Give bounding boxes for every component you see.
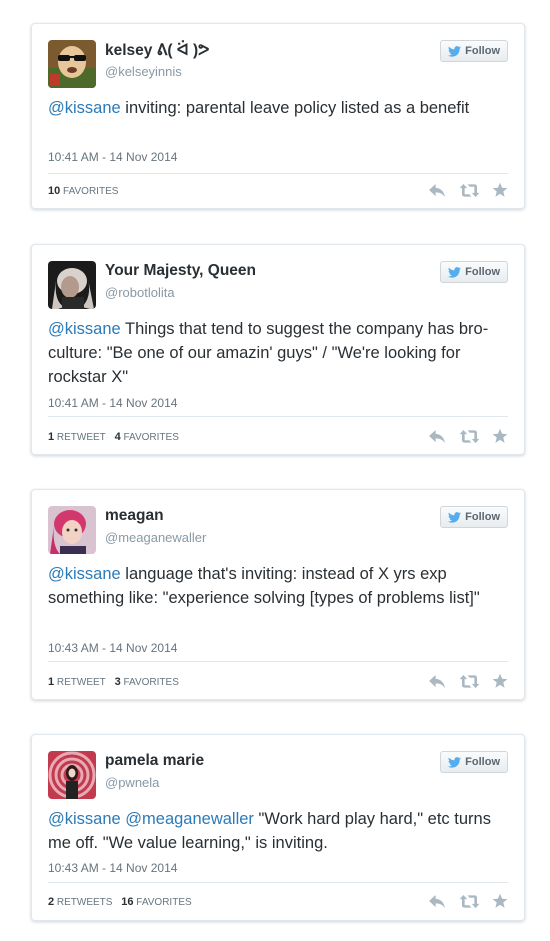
- mention-link[interactable]: @kissane: [48, 99, 121, 117]
- follow-label: Follow: [465, 511, 500, 523]
- retweets-label[interactable]: RETWEETS: [57, 897, 113, 908]
- avatar[interactable]: [48, 40, 96, 88]
- tweet-timestamp[interactable]: 10:41 AM - 14 Nov 2014: [48, 150, 177, 164]
- twitter-bird-icon: [448, 757, 461, 768]
- user-handle[interactable]: @pwnela: [105, 775, 159, 790]
- star-icon[interactable]: [492, 428, 508, 444]
- favorites-label[interactable]: FAVORITES: [63, 186, 118, 197]
- mention-link[interactable]: @kissane @meaganewaller: [48, 810, 254, 828]
- favorites-count[interactable]: 10: [48, 185, 60, 197]
- twitter-bird-icon: [448, 512, 461, 523]
- mention-link[interactable]: @kissane: [48, 565, 121, 583]
- divider: [48, 661, 508, 662]
- tweet-card: kelsey ᕕ( ᐛ )ᕗ @kelseyinnis Follow @kiss…: [31, 23, 525, 209]
- mention-link[interactable]: @kissane: [48, 320, 121, 338]
- user-name[interactable]: kelsey ᕕ( ᐛ )ᕗ: [105, 41, 209, 60]
- retweets-label[interactable]: RETWEET: [57, 432, 106, 443]
- tweet-card: Your Majesty, Queen @robotlolita Follow …: [31, 244, 525, 455]
- retweets-count[interactable]: 2: [48, 896, 54, 908]
- user-name[interactable]: meagan: [105, 507, 164, 525]
- user-handle[interactable]: @meaganewaller: [105, 530, 206, 545]
- tweet-stats: 2 RETWEETS 16 FAVORITES: [48, 896, 192, 908]
- tweet-actions: [428, 893, 508, 909]
- retweets-count[interactable]: 1: [48, 431, 54, 443]
- divider: [48, 416, 508, 417]
- follow-label: Follow: [465, 266, 500, 278]
- favorites-label[interactable]: FAVORITES: [123, 432, 178, 443]
- avatar[interactable]: [48, 261, 96, 309]
- retweet-icon[interactable]: [459, 894, 480, 909]
- tweet-actions: [428, 673, 508, 689]
- favorites-label[interactable]: FAVORITES: [136, 897, 191, 908]
- user-handle[interactable]: @robotlolita: [105, 285, 175, 300]
- retweet-icon[interactable]: [459, 429, 480, 444]
- follow-button[interactable]: Follow: [440, 40, 508, 62]
- twitter-bird-icon: [448, 267, 461, 278]
- tweet-text: @kissane @meaganewaller "Work hard play …: [48, 807, 508, 855]
- avatar[interactable]: [48, 506, 96, 554]
- retweet-icon[interactable]: [459, 183, 480, 198]
- follow-label: Follow: [465, 45, 500, 57]
- retweets-count[interactable]: 1: [48, 676, 54, 688]
- favorites-count[interactable]: 16: [121, 896, 133, 908]
- reply-icon[interactable]: [428, 894, 447, 909]
- favorites-label[interactable]: FAVORITES: [123, 677, 178, 688]
- tweet-text: @kissane language that's inviting: inste…: [48, 562, 508, 610]
- tweet-stats: 1 RETWEET 3 FAVORITES: [48, 676, 179, 688]
- tweet-text: @kissane inviting: parental leave policy…: [48, 96, 508, 120]
- tweet-timestamp[interactable]: 10:43 AM - 14 Nov 2014: [48, 861, 177, 875]
- star-icon[interactable]: [492, 182, 508, 198]
- tweet-timestamp[interactable]: 10:41 AM - 14 Nov 2014: [48, 396, 177, 410]
- tweet-stats: 10 FAVORITES: [48, 185, 118, 197]
- divider: [48, 882, 508, 883]
- tweet-timestamp[interactable]: 10:43 AM - 14 Nov 2014: [48, 641, 177, 655]
- reply-icon[interactable]: [428, 183, 447, 198]
- follow-button[interactable]: Follow: [440, 751, 508, 773]
- favorites-count[interactable]: 3: [115, 676, 121, 688]
- tweet-actions: [428, 182, 508, 198]
- tweet-body: inviting: parental leave policy listed a…: [120, 99, 470, 117]
- follow-button[interactable]: Follow: [440, 506, 508, 528]
- reply-icon[interactable]: [428, 429, 447, 444]
- tweet-stats: 1 RETWEET 4 FAVORITES: [48, 431, 179, 443]
- retweets-label[interactable]: RETWEET: [57, 677, 106, 688]
- avatar[interactable]: [48, 751, 96, 799]
- favorites-count[interactable]: 4: [115, 431, 121, 443]
- star-icon[interactable]: [492, 893, 508, 909]
- star-icon[interactable]: [492, 673, 508, 689]
- user-handle[interactable]: @kelseyinnis: [105, 64, 182, 79]
- retweet-icon[interactable]: [459, 674, 480, 689]
- reply-icon[interactable]: [428, 674, 447, 689]
- follow-label: Follow: [465, 756, 500, 768]
- user-name[interactable]: Your Majesty, Queen: [105, 262, 256, 280]
- tweet-card: pamela marie @pwnela Follow @kissane @me…: [31, 734, 525, 921]
- tweet-text: @kissane Things that tend to suggest the…: [48, 317, 508, 389]
- tweet-card: meagan @meaganewaller Follow @kissane la…: [31, 489, 525, 700]
- divider: [48, 173, 508, 174]
- twitter-bird-icon: [448, 46, 461, 57]
- tweet-actions: [428, 428, 508, 444]
- user-name[interactable]: pamela marie: [105, 752, 204, 770]
- follow-button[interactable]: Follow: [440, 261, 508, 283]
